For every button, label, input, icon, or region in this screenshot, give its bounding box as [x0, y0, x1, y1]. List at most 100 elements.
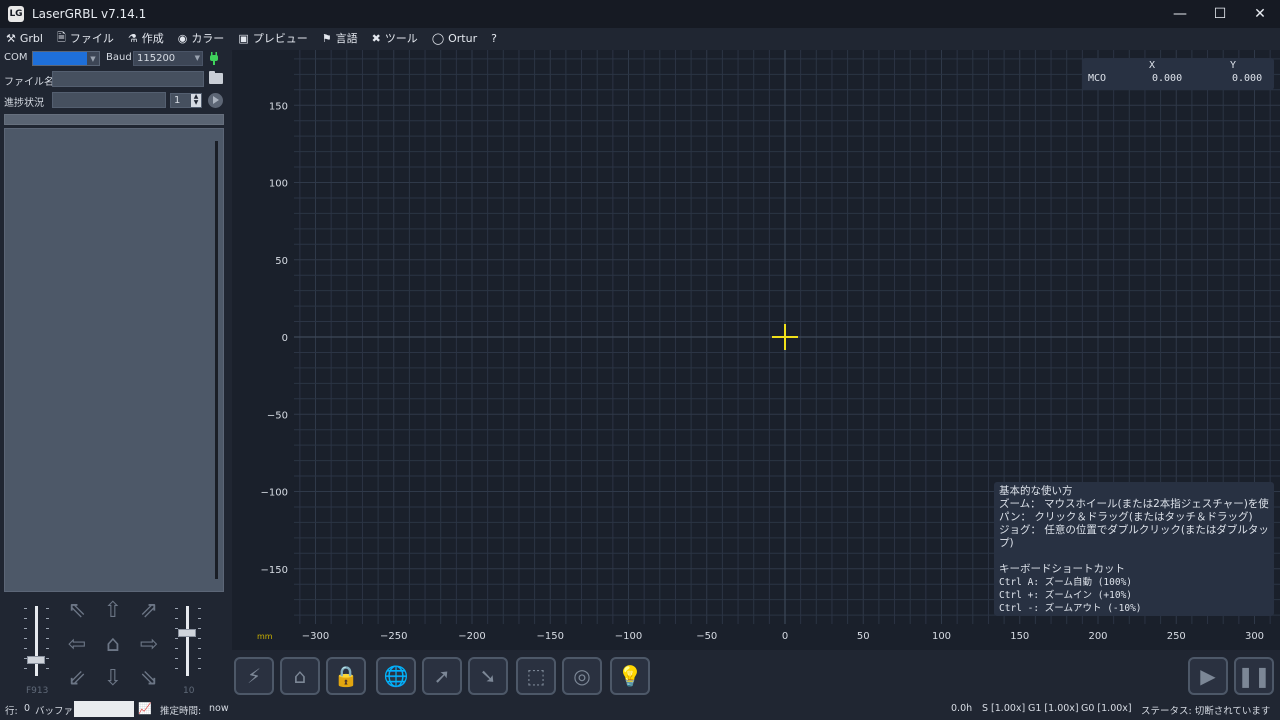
speed-slider-track[interactable]	[35, 606, 38, 676]
home-icon: ⌂	[293, 664, 307, 688]
title-bar: LG LaserGRBL v7.14.1 — ☐ ✕	[0, 0, 1280, 28]
light-button[interactable]: 💡	[610, 657, 650, 695]
jog-se-icon[interactable]: ⇘	[136, 668, 162, 694]
y-tick-label: −50	[267, 410, 288, 421]
step-slider-thumb[interactable]	[178, 629, 196, 637]
console-scrollbar[interactable]	[215, 141, 218, 579]
x-tick-label: 200	[1088, 631, 1107, 642]
x-tick-label: 150	[1010, 631, 1029, 642]
laser-off-button[interactable]: ➘	[468, 657, 508, 695]
left-panel: COM ▼ Baud 115200 ▼ ファイル名 進捗状況 1 ▲ ▼ F91…	[0, 48, 230, 700]
g0-override[interactable]: G0 [1.00x]	[1081, 703, 1132, 714]
x-tick-label: −250	[380, 631, 407, 642]
preview-canvas[interactable]: −300 −250 −200 −150 −100 −50 0 50 100 150 200 250 30…	[232, 50, 1280, 650]
coord-x-value: 0.000	[1152, 73, 1183, 84]
menu-help[interactable]: ?	[491, 32, 497, 45]
reset-button[interactable]: ⚡	[234, 657, 274, 695]
com-row: COM	[4, 52, 27, 63]
menu-ortur[interactable]: ◯ Ortur	[432, 32, 477, 45]
x-tick-label: −200	[458, 631, 485, 642]
y-tick-label: 100	[269, 179, 288, 190]
command-log-console[interactable]	[4, 128, 224, 592]
menu-language[interactable]: ⚑ 言語	[322, 30, 358, 46]
help-line-jog: ジョグ： 任意の位置でダブルクリック(またはダブルタップ)	[999, 524, 1269, 549]
unlock-button[interactable]: 🔒	[326, 657, 366, 695]
pause-button[interactable]: ❚❚	[1234, 657, 1274, 695]
jog-s-icon[interactable]: ⇩	[100, 668, 126, 694]
buffer-chart-icon: 📈	[138, 702, 152, 715]
menu-language-label: 言語	[335, 32, 358, 45]
com-label: COM	[4, 52, 28, 63]
x-tick-label: 100	[932, 631, 951, 642]
chevron-down-icon: ▼	[87, 52, 99, 65]
baud-label: Baud	[106, 52, 132, 63]
minimize-icon[interactable]: —	[1160, 0, 1200, 28]
jog-e-icon[interactable]: ⇨	[136, 634, 162, 660]
menu-tools[interactable]: ✖ ツール	[372, 30, 418, 46]
passes-stepper[interactable]: 1 ▲ ▼	[170, 93, 202, 108]
jog-sw-icon[interactable]: ⇙	[64, 668, 90, 694]
jog-ne-icon[interactable]: ⇗	[136, 600, 162, 626]
laser-off-icon: ➘	[479, 664, 497, 688]
filename-field[interactable]	[52, 71, 204, 87]
plug-icon[interactable]	[208, 51, 220, 66]
globe-button[interactable]: 🌐	[376, 657, 416, 695]
speed-slider-thumb[interactable]	[27, 656, 45, 664]
frame-icon: ⬚	[526, 664, 546, 688]
play-icon: ▶	[1200, 664, 1216, 688]
laser-on-button[interactable]: ➚	[422, 657, 462, 695]
s-override[interactable]: S [1.00x]	[982, 703, 1025, 714]
frame-button[interactable]: ⬚	[516, 657, 556, 695]
stepper-arrows-icon[interactable]: ▲ ▼	[191, 94, 201, 107]
jog-w-icon[interactable]: ⇦	[64, 634, 90, 660]
g1-override[interactable]: G1 [1.00x]	[1028, 703, 1079, 714]
menu-create[interactable]: ⚗ 作成	[128, 30, 164, 46]
jog-home-icon[interactable]: ⌂	[100, 634, 126, 660]
step-slider-track[interactable]	[186, 606, 189, 676]
palette-icon: ◉	[177, 31, 188, 45]
jog-nw-icon[interactable]: ⇖	[64, 600, 90, 626]
shortcut-zoom-in: Ctrl +: ズームイン (+10%)	[999, 590, 1133, 601]
lightbulb-icon: 💡	[617, 664, 643, 688]
focus-button[interactable]: ◎	[562, 657, 602, 695]
bottom-toolbar: ⚡ ⌂ 🔒 🌐 ➚ ➘ ⬚ ◎ 💡 ▶ ❚❚	[232, 654, 1280, 698]
progress-row: 進捗状況	[4, 94, 44, 109]
coord-y-value: 0.000	[1232, 73, 1263, 84]
step-slider-ticks	[175, 608, 179, 678]
jog-n-icon[interactable]: ⇧	[100, 600, 126, 626]
menu-bar: ⚒ Grbl 🗎 ファイル ⚗ 作成 ◉ カラー ▣ プレビュー ⚑ 言語 ✖ ツール ◯ Or…	[0, 28, 1280, 48]
laser-grbl-window: LG LaserGRBL v7.14.1 — ☐ ✕ ⚒ Grbl 🗎 ファイル ⚗…	[0, 0, 1280, 720]
folder-open-icon[interactable]	[209, 71, 223, 84]
close-icon[interactable]: ✕	[1240, 0, 1280, 28]
menu-grbl[interactable]: ⚒ Grbl	[6, 32, 43, 45]
x-tick-label: −300	[302, 631, 329, 642]
homing-button[interactable]: ⌂	[280, 657, 320, 695]
maximize-icon[interactable]: ☐	[1200, 0, 1240, 28]
help-line-pan: パン： クリック＆ドラッグ(またはタッチ＆ドラッグ)	[999, 511, 1253, 523]
play-button[interactable]: ▶	[1188, 657, 1228, 695]
baud-rate-select[interactable]: 115200 ▼	[133, 51, 203, 66]
baud-row: Baud	[106, 52, 132, 63]
app-logo-icon: LG	[8, 6, 24, 22]
menu-color[interactable]: ◉ カラー	[178, 30, 225, 46]
shortcut-zoom-auto: Ctrl A: ズーム自動 (100%)	[999, 577, 1133, 588]
coord-mco-label: MCO	[1088, 73, 1107, 84]
passes-value: 1	[174, 95, 181, 106]
ortur-icon: ◯	[431, 31, 445, 45]
buffer-meter	[74, 701, 134, 717]
y-tick-label: 0	[282, 333, 288, 344]
coord-x-header: X	[1149, 60, 1156, 71]
estimated-time-value: now	[209, 703, 229, 714]
speed-value-label: F913	[26, 686, 49, 696]
menu-preview-label: プレビュー	[252, 32, 308, 45]
speed-slider-ticks-right	[46, 608, 50, 678]
estimated-time-label: 推定時間:	[160, 706, 202, 717]
run-program-button[interactable]	[208, 93, 223, 108]
progress-label: 進捗状況	[4, 98, 44, 109]
com-port-select[interactable]: ▼	[32, 51, 100, 66]
menu-preview[interactable]: ▣ プレビュー	[238, 30, 307, 46]
progress-bar	[4, 114, 224, 125]
line-label: 行:	[5, 706, 18, 717]
menu-file[interactable]: 🗎 ファイル	[57, 29, 114, 48]
line-value: 0	[24, 703, 31, 714]
